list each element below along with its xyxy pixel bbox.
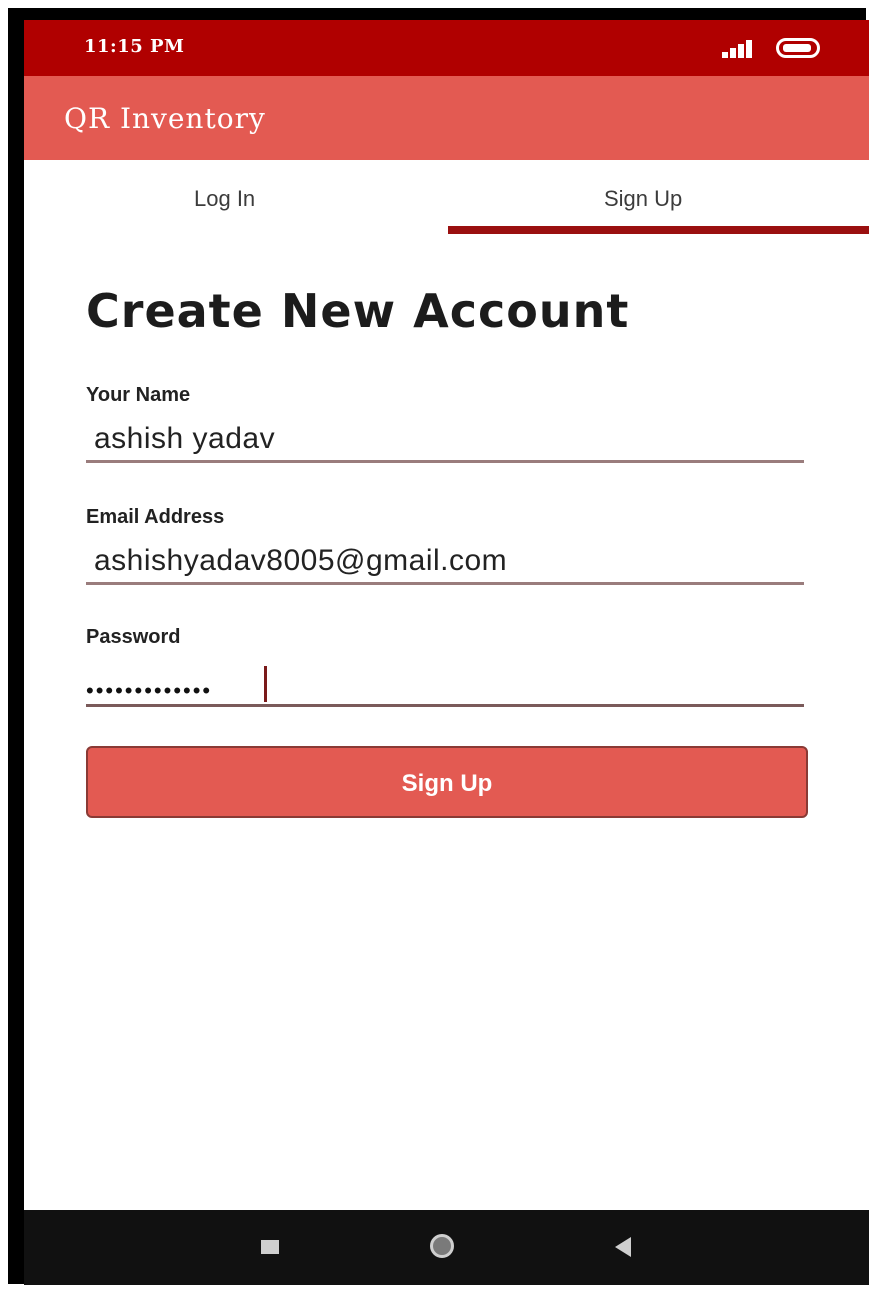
system-nav-bar <box>24 1210 869 1285</box>
back-icon[interactable] <box>615 1237 631 1257</box>
text-cursor <box>264 666 267 702</box>
recents-icon[interactable] <box>261 1240 279 1254</box>
password-label: Password <box>86 626 181 648</box>
password-underline <box>86 704 804 707</box>
name-label: Your Name <box>86 384 191 406</box>
screen: 11:15 PM QR Inventory Log In Sign Up Cre… <box>24 20 869 1285</box>
tab-indicator <box>448 226 869 234</box>
sign-up-button[interactable]: Sign Up <box>86 746 808 818</box>
tab-sign-up[interactable]: Sign Up <box>604 186 682 212</box>
status-time: 11:15 PM <box>84 36 185 57</box>
email-underline <box>86 582 804 585</box>
status-bar: 11:15 PM <box>24 20 869 76</box>
email-field[interactable]: ashishyadav8005@gmail.com <box>94 544 507 578</box>
signal-icon <box>722 40 752 58</box>
name-underline <box>86 460 804 463</box>
home-icon[interactable] <box>430 1234 454 1258</box>
password-field[interactable]: ••••••••••••• <box>86 678 212 704</box>
sign-up-button-label: Sign Up <box>401 770 493 797</box>
app-bar: QR Inventory <box>24 76 869 160</box>
tab-log-in[interactable]: Log In <box>194 186 255 212</box>
page-title: Create New Account <box>86 284 630 338</box>
battery-icon <box>776 38 820 58</box>
name-field[interactable]: ashish yadav <box>94 422 275 456</box>
email-label: Email Address <box>86 506 225 528</box>
app-title: QR Inventory <box>64 102 266 135</box>
